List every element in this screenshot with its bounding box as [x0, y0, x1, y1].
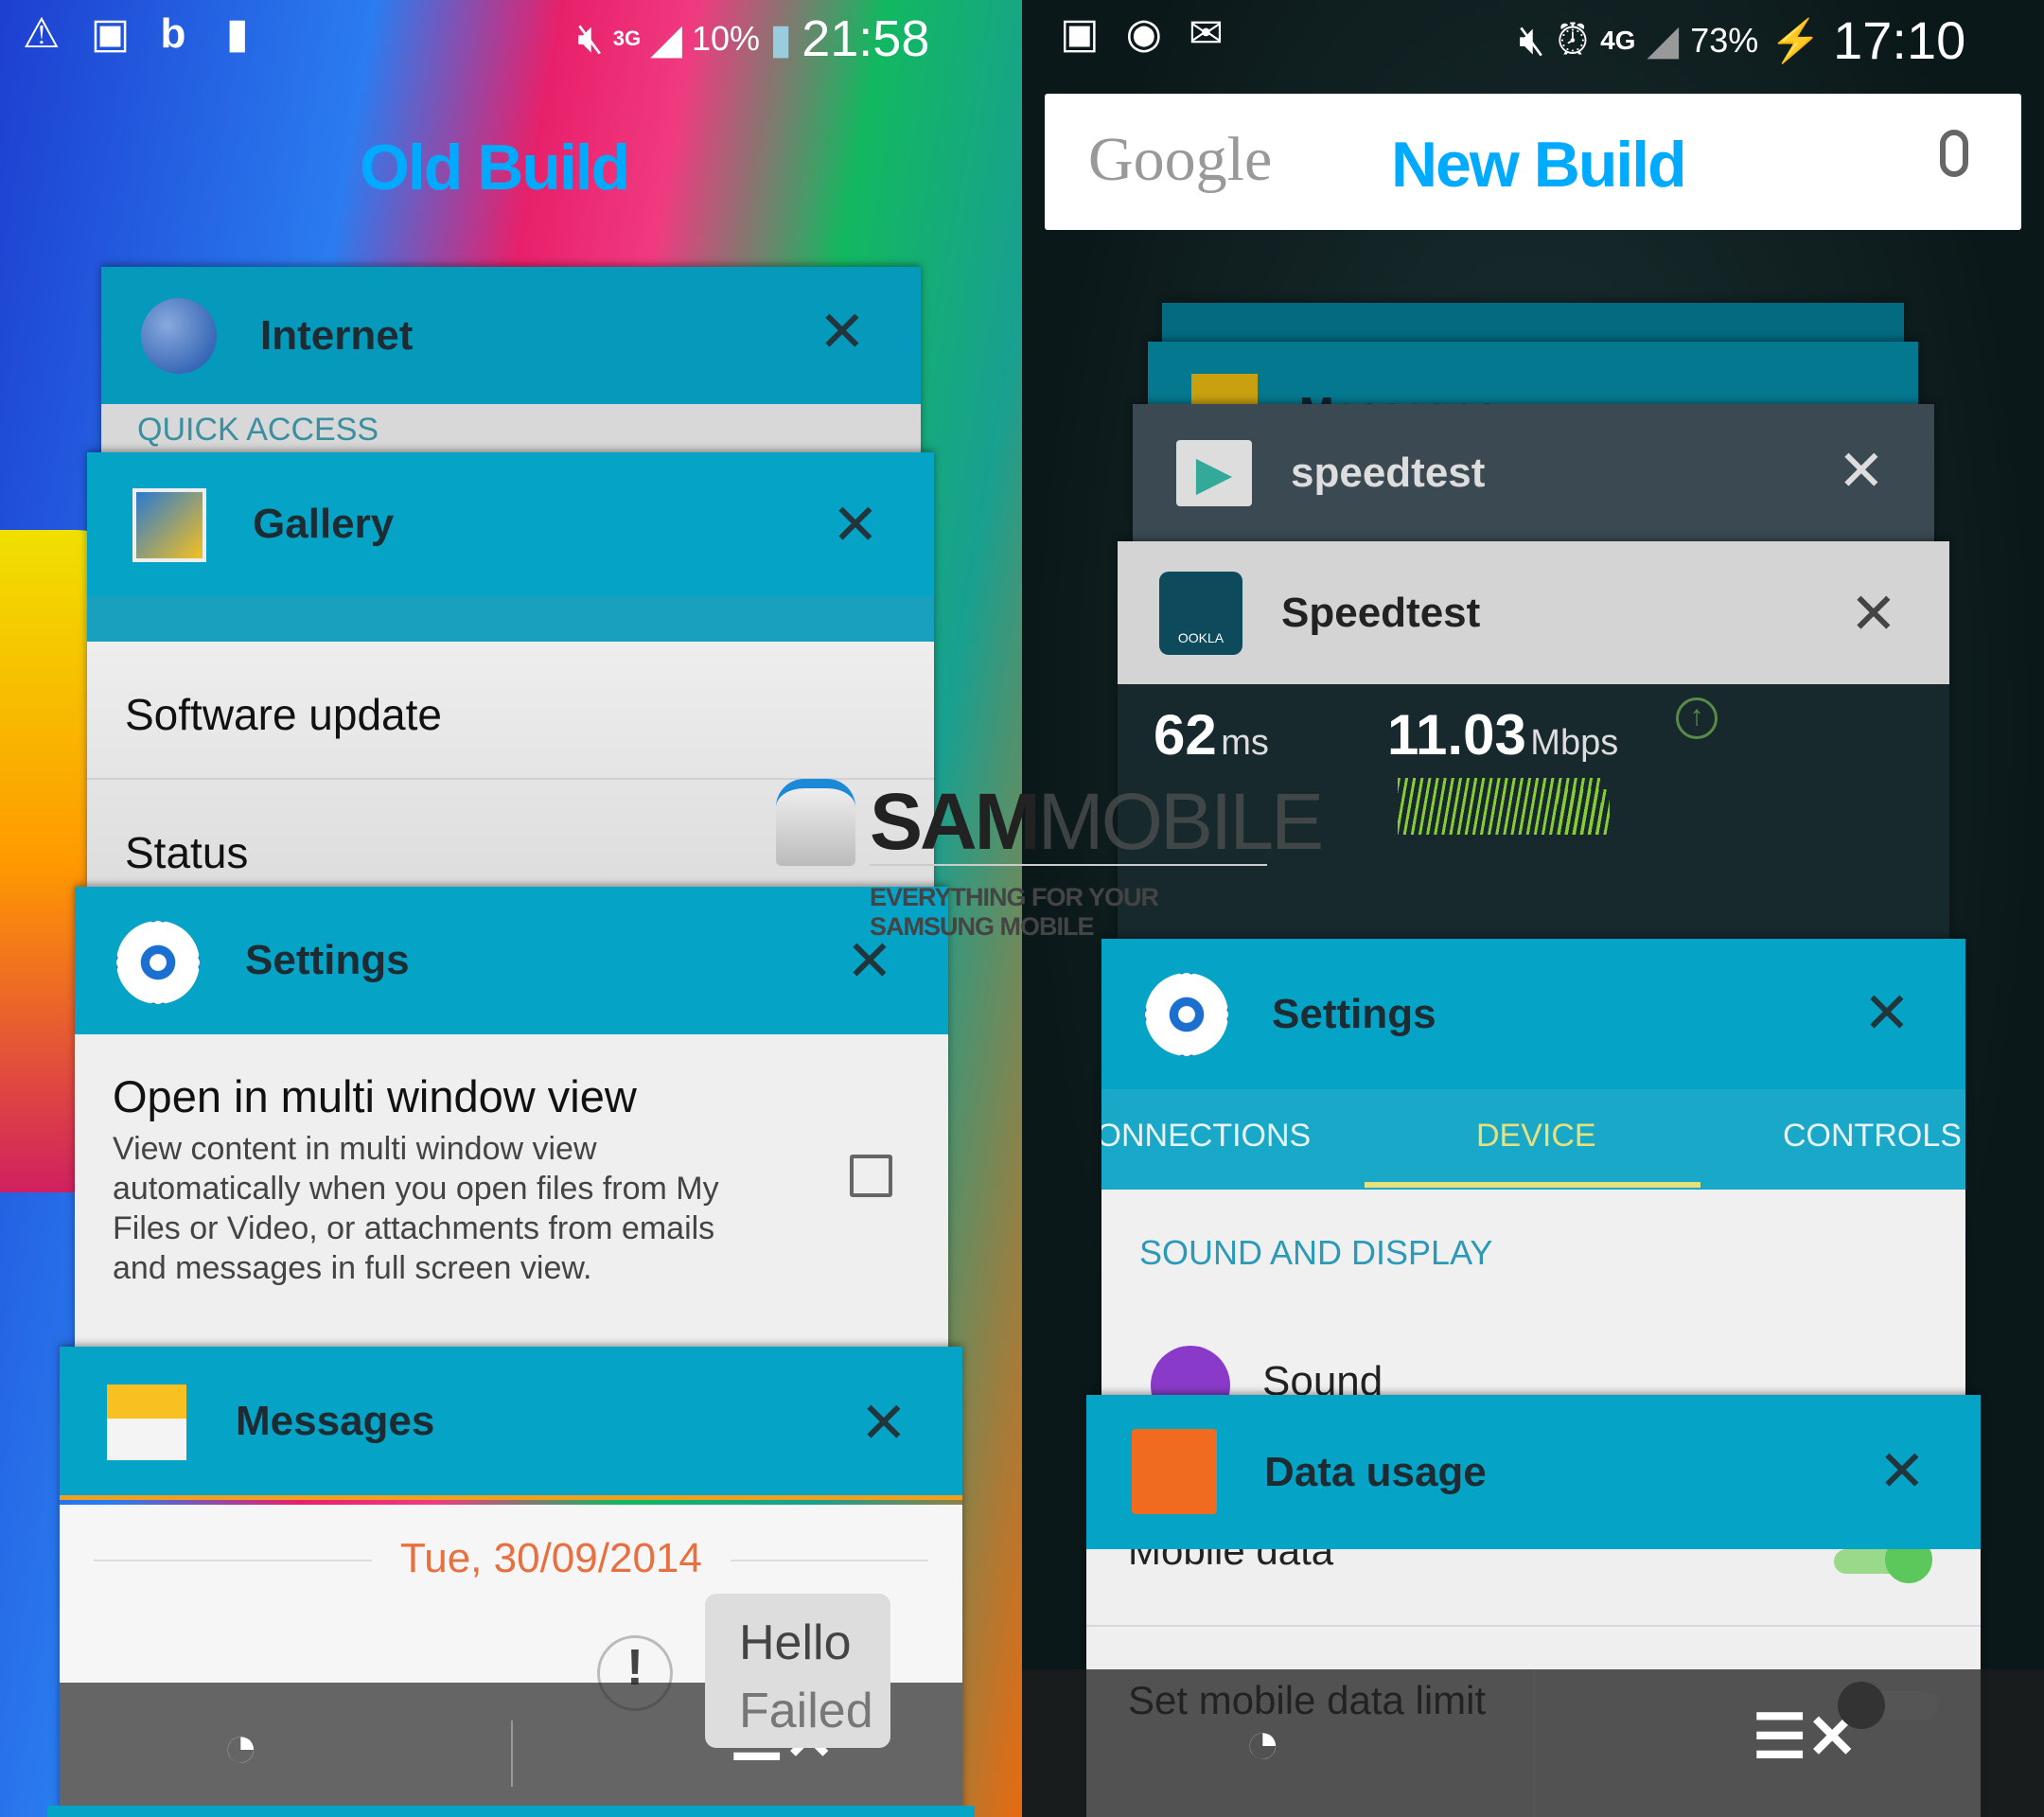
- mobile-data-toggle[interactable]: [1834, 1549, 1932, 1583]
- close-icon[interactable]: ✕: [832, 492, 879, 558]
- warning-icon: ⚠: [23, 10, 61, 57]
- speed-result: 11.03 Mbps: [1387, 702, 1618, 767]
- menu-item-software-update[interactable]: Software update: [125, 689, 442, 740]
- task-manager-icon[interactable]: ◔: [222, 1711, 259, 1781]
- battery-percent: 10%: [691, 19, 760, 58]
- mute-icon: 🔇︎: [577, 15, 604, 62]
- battery-icon: ▮: [769, 15, 793, 62]
- battery-alert-icon: ▮: [225, 10, 249, 57]
- clock: 21:58: [802, 10, 930, 67]
- desc-line: View content in multi window view: [113, 1131, 597, 1167]
- signal-icon: ◢: [650, 15, 682, 62]
- status-right: 🔇︎ ⏰︎ 4G ◢ 73% ⚡ 17:10: [1519, 9, 1965, 71]
- multi-window-checkbox[interactable]: [850, 1155, 892, 1197]
- app-title: speedtest: [1291, 450, 1486, 496]
- speedtest-icon: OOKLA: [1159, 572, 1242, 655]
- close-icon[interactable]: ✕: [1863, 980, 1911, 1047]
- 4g-icon: 4G: [1600, 25, 1636, 55]
- battery-percent: 73%: [1690, 20, 1759, 60]
- brand-bold: SAM: [870, 777, 1041, 866]
- close-icon[interactable]: ✕: [1850, 581, 1897, 647]
- envelope-icon: [107, 1385, 186, 1460]
- app-title: Speedtest: [1281, 589, 1481, 636]
- recent-app-settings[interactable]: Settings ✕ CONNECTIONS DEVICE CONTROLS S…: [1101, 939, 1965, 1402]
- google-search-bar[interactable]: Google New Build: [1045, 94, 2021, 230]
- menu-item-status[interactable]: Status: [125, 827, 248, 878]
- option-description: View content in multi window view automa…: [113, 1129, 719, 1288]
- tab-controls[interactable]: CONTROLS: [1783, 1118, 1962, 1155]
- close-icon[interactable]: ✕: [819, 299, 866, 365]
- desc-line: Files or Video, or attachments from emai…: [113, 1210, 715, 1246]
- ping-unit: ms: [1221, 723, 1269, 763]
- 3g-icon: 3G: [612, 26, 642, 50]
- app-title: Settings: [245, 937, 410, 983]
- app-title: Gallery: [253, 501, 395, 547]
- message-date: Tue, 30/09/2014: [372, 1535, 731, 1582]
- mute-icon: 🔇︎: [1519, 16, 1545, 63]
- google-logo: Google: [1088, 125, 1273, 194]
- sammobile-watermark: SAMMOBILE EVERYTHING FOR YOUR SAMSUNG MO…: [776, 777, 1324, 941]
- section-header: SOUND AND DISPLAY: [1139, 1233, 1493, 1272]
- speed-unit: Mbps: [1530, 723, 1619, 763]
- app-title: Data usage: [1264, 1448, 1487, 1495]
- globe-icon: [141, 298, 217, 374]
- section-label: QUICK ACCESS: [101, 404, 921, 456]
- beats-icon: b: [160, 10, 186, 57]
- message-status: Failed: [739, 1684, 873, 1738]
- tab-connections[interactable]: CONNECTIONS: [1101, 1118, 1311, 1155]
- menu-item-mobile-data[interactable]: Mobile data: [1128, 1549, 1333, 1574]
- option-title: Open in multi window view: [113, 1071, 637, 1121]
- app-title: Settings: [1272, 990, 1436, 1037]
- desc-line: and messages in full screen view.: [113, 1250, 592, 1286]
- close-icon[interactable]: ✕: [1878, 1438, 1926, 1505]
- brand-light: MOBILE: [1037, 777, 1324, 866]
- app-title: Messages: [236, 1397, 435, 1444]
- old-build-label: Old Build: [360, 132, 630, 203]
- wifi-icon: ◉: [1125, 10, 1162, 57]
- recent-app-internet[interactable]: Internet ✕ QUICK ACCESS: [101, 267, 921, 456]
- image-icon: ▣: [1060, 10, 1100, 57]
- sound-icon: [1151, 1346, 1230, 1402]
- new-build-label: New Build: [1391, 129, 1687, 201]
- status-icons-left: ⚠ ▣ b ▮: [23, 9, 249, 58]
- gear-icon: [116, 921, 200, 1004]
- ping-value: 62: [1154, 703, 1217, 767]
- image-icon: ▣: [90, 10, 131, 57]
- gallery-icon: [132, 488, 206, 562]
- data-limit-toggle[interactable]: [1838, 1682, 1938, 1729]
- sammobile-logo-icon: [776, 779, 855, 866]
- tab-device[interactable]: DEVICE: [1476, 1118, 1596, 1155]
- mail-icon: ✉: [1188, 10, 1224, 57]
- message-bubble[interactable]: Hello Failed: [705, 1594, 890, 1748]
- data-usage-icon: [1132, 1429, 1217, 1514]
- gear-icon: [1145, 973, 1228, 1056]
- status-right: 🔇︎ 3G ◢ 10% ▮ 21:58: [577, 9, 929, 68]
- close-icon[interactable]: ✕: [1838, 438, 1885, 504]
- active-tab-indicator: [1365, 1182, 1700, 1188]
- close-icon[interactable]: ✕: [860, 1390, 907, 1456]
- alarm-icon: ⏰︎: [1556, 16, 1590, 63]
- signal-icon: ◢: [1647, 17, 1680, 63]
- tagline: EVERYTHING FOR YOUR SAMSUNG MOBILE: [870, 883, 1159, 941]
- speed-value: 11.03: [1387, 703, 1526, 767]
- app-title: Internet: [260, 311, 414, 359]
- status-icons-left: ▣ ◉ ✉: [1060, 9, 1224, 58]
- settings-tabs: CONNECTIONS DEVICE CONTROLS: [1101, 1089, 1965, 1190]
- speed-graph-tail: [1558, 789, 1610, 835]
- ping-result: 62 ms: [1154, 702, 1269, 767]
- message-text: Hello: [739, 1615, 852, 1670]
- recent-app-play-store[interactable]: ▶ speedtest ✕: [1133, 404, 1934, 546]
- clock: 17:10: [1833, 10, 1966, 70]
- play-store-icon: ▶: [1176, 440, 1252, 506]
- menu-item-data-limit[interactable]: Set mobile data limit: [1128, 1678, 1486, 1723]
- battery-charging-icon: ⚡: [1770, 17, 1823, 64]
- upload-icon: ↑: [1676, 697, 1718, 739]
- desc-line: automatically when you open files from M…: [113, 1171, 719, 1207]
- recent-app-settings[interactable]: Settings ✕ Open in multi window view Vie…: [75, 887, 948, 1350]
- mic-icon[interactable]: [1940, 130, 1968, 177]
